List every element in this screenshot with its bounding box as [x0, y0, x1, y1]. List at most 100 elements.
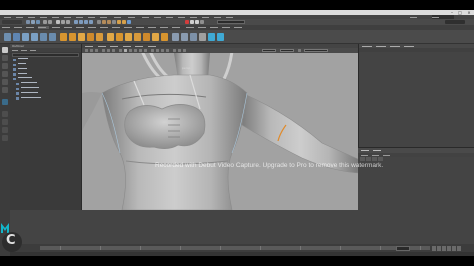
shelf-tab-sculpting[interactable]: [52, 26, 63, 29]
snap-curve-icon[interactable]: [79, 20, 83, 24]
fill-hole-icon[interactable]: [143, 33, 150, 41]
select-tool-icon[interactable]: [2, 47, 8, 53]
quick-search-field[interactable]: [217, 20, 245, 24]
render-view-icon[interactable]: [122, 20, 126, 24]
tab-anim[interactable]: [373, 150, 381, 151]
live-surface-icon[interactable]: [185, 20, 189, 24]
history-icon[interactable]: [97, 20, 101, 24]
outliner-item[interactable]: [10, 87, 81, 91]
anti-aliasing-icon[interactable]: [161, 49, 164, 52]
camera-bookmark-icon[interactable]: [90, 49, 93, 52]
render-frame-icon[interactable]: [102, 20, 106, 24]
hypershade-icon[interactable]: [117, 20, 121, 24]
append-icon[interactable]: [134, 33, 141, 41]
shelf-tab-custom[interactable]: [124, 26, 135, 29]
camera-attr-icon[interactable]: [85, 49, 88, 52]
layer-menu-options[interactable]: [372, 154, 379, 156]
vp-menu-panels[interactable]: [147, 45, 156, 47]
shelf-tab-fx-caching[interactable]: [112, 26, 123, 29]
tab-show[interactable]: [404, 45, 414, 47]
shelf-tab-curves[interactable]: [2, 26, 13, 29]
exposure-field[interactable]: [262, 49, 276, 52]
layer-up-icon[interactable]: [360, 157, 365, 161]
smooth-icon[interactable]: [78, 33, 85, 41]
shelf-tab-rendering[interactable]: [88, 26, 99, 29]
render-settings-icon[interactable]: [112, 20, 116, 24]
xray-joints-icon[interactable]: [183, 49, 186, 52]
shelf-tab-arnold[interactable]: [136, 26, 147, 29]
combine-icon[interactable]: [60, 33, 67, 41]
select-by-hierarchy-icon[interactable]: [56, 20, 60, 24]
go-to-start-icon[interactable]: [432, 245, 436, 251]
resolution-gate-icon[interactable]: [112, 49, 115, 52]
go-to-end-icon[interactable]: [457, 245, 461, 251]
shelf-tab-rigging[interactable]: [64, 26, 75, 29]
new-layer-selected-icon[interactable]: [378, 157, 383, 161]
grid-icon[interactable]: [102, 49, 105, 52]
xray-mode-icon[interactable]: [178, 49, 181, 52]
range-slider[interactable]: [10, 252, 474, 256]
last-tool-icon[interactable]: [2, 99, 8, 105]
smooth-shade-icon[interactable]: [124, 49, 127, 52]
layer-menu-layers[interactable]: [361, 154, 368, 156]
current-frame-field[interactable]: [396, 245, 410, 251]
tab-display[interactable]: [361, 150, 369, 151]
ipr-render-icon[interactable]: [107, 20, 111, 24]
paint-select-icon[interactable]: [2, 63, 8, 69]
select-by-component-icon[interactable]: [66, 20, 70, 24]
shelf-tab-extra[interactable]: [234, 26, 245, 29]
viewport-3d[interactable]: persp: [82, 53, 358, 210]
extrude-icon[interactable]: [107, 33, 114, 41]
snap-surface-icon[interactable]: [89, 20, 93, 24]
field-icon[interactable]: [200, 20, 204, 24]
outliner-item[interactable]: [10, 77, 81, 81]
outliner-item[interactable]: [10, 82, 81, 86]
wireframe-on-shaded-icon[interactable]: [129, 49, 132, 52]
step-forward-icon[interactable]: [452, 245, 456, 251]
image-plane-icon[interactable]: [95, 49, 98, 52]
color-management-icon[interactable]: [298, 49, 301, 52]
shelf-tab-polygons[interactable]: [26, 26, 37, 29]
layout-outliner-icon[interactable]: [2, 127, 8, 133]
rotate-tool-icon[interactable]: [2, 79, 8, 85]
motion-blur-icon[interactable]: [156, 49, 159, 52]
vp-menu-renderer[interactable]: [135, 45, 143, 47]
isolate-select-icon[interactable]: [173, 49, 176, 52]
symmetry-icon[interactable]: [190, 20, 194, 24]
outliner-menu-show[interactable]: [21, 49, 27, 51]
poly-cube-icon[interactable]: [13, 33, 20, 41]
tab-channels[interactable]: [362, 45, 372, 47]
view-transform-select[interactable]: [304, 49, 328, 52]
xray-icon[interactable]: [195, 20, 199, 24]
shelf-tab-poly-modeling[interactable]: [38, 26, 49, 29]
play-forward-icon[interactable]: [447, 245, 451, 251]
vp-menu-view[interactable]: [85, 45, 93, 47]
outliner-item[interactable]: [10, 96, 81, 101]
auto-map-icon[interactable]: [217, 33, 224, 41]
redo-icon[interactable]: [48, 20, 52, 24]
outliner-item[interactable]: [10, 67, 81, 72]
shelf-tab-bifrost[interactable]: [148, 26, 159, 29]
lights-icon[interactable]: [139, 49, 142, 52]
offset-edge-loop-icon[interactable]: [181, 33, 188, 41]
ambient-occlusion-icon[interactable]: [151, 49, 154, 52]
poly-sphere-icon[interactable]: [4, 33, 11, 41]
insert-edge-loop-icon[interactable]: [172, 33, 179, 41]
shadows-icon[interactable]: [144, 49, 147, 52]
target-weld-icon[interactable]: [161, 33, 168, 41]
planar-map-icon[interactable]: [208, 33, 215, 41]
tab-object[interactable]: [390, 45, 400, 47]
outliner-item[interactable]: [10, 91, 81, 96]
shelf-tab-surfaces[interactable]: [14, 26, 25, 29]
new-layer-icon[interactable]: [372, 157, 377, 161]
poly-cylinder-icon[interactable]: [22, 33, 29, 41]
arnold-render-icon[interactable]: [127, 20, 131, 24]
shelf-tab-animation[interactable]: [76, 26, 87, 29]
shelf-tab-motion-graphics[interactable]: [172, 26, 183, 29]
select-by-object-icon[interactable]: [61, 20, 65, 24]
play-back-icon[interactable]: [442, 245, 446, 251]
poly-torus-icon[interactable]: [49, 33, 56, 41]
outliner-item[interactable]: [10, 63, 81, 67]
outliner-item[interactable]: [10, 58, 81, 62]
scale-tool-icon[interactable]: [2, 87, 8, 93]
